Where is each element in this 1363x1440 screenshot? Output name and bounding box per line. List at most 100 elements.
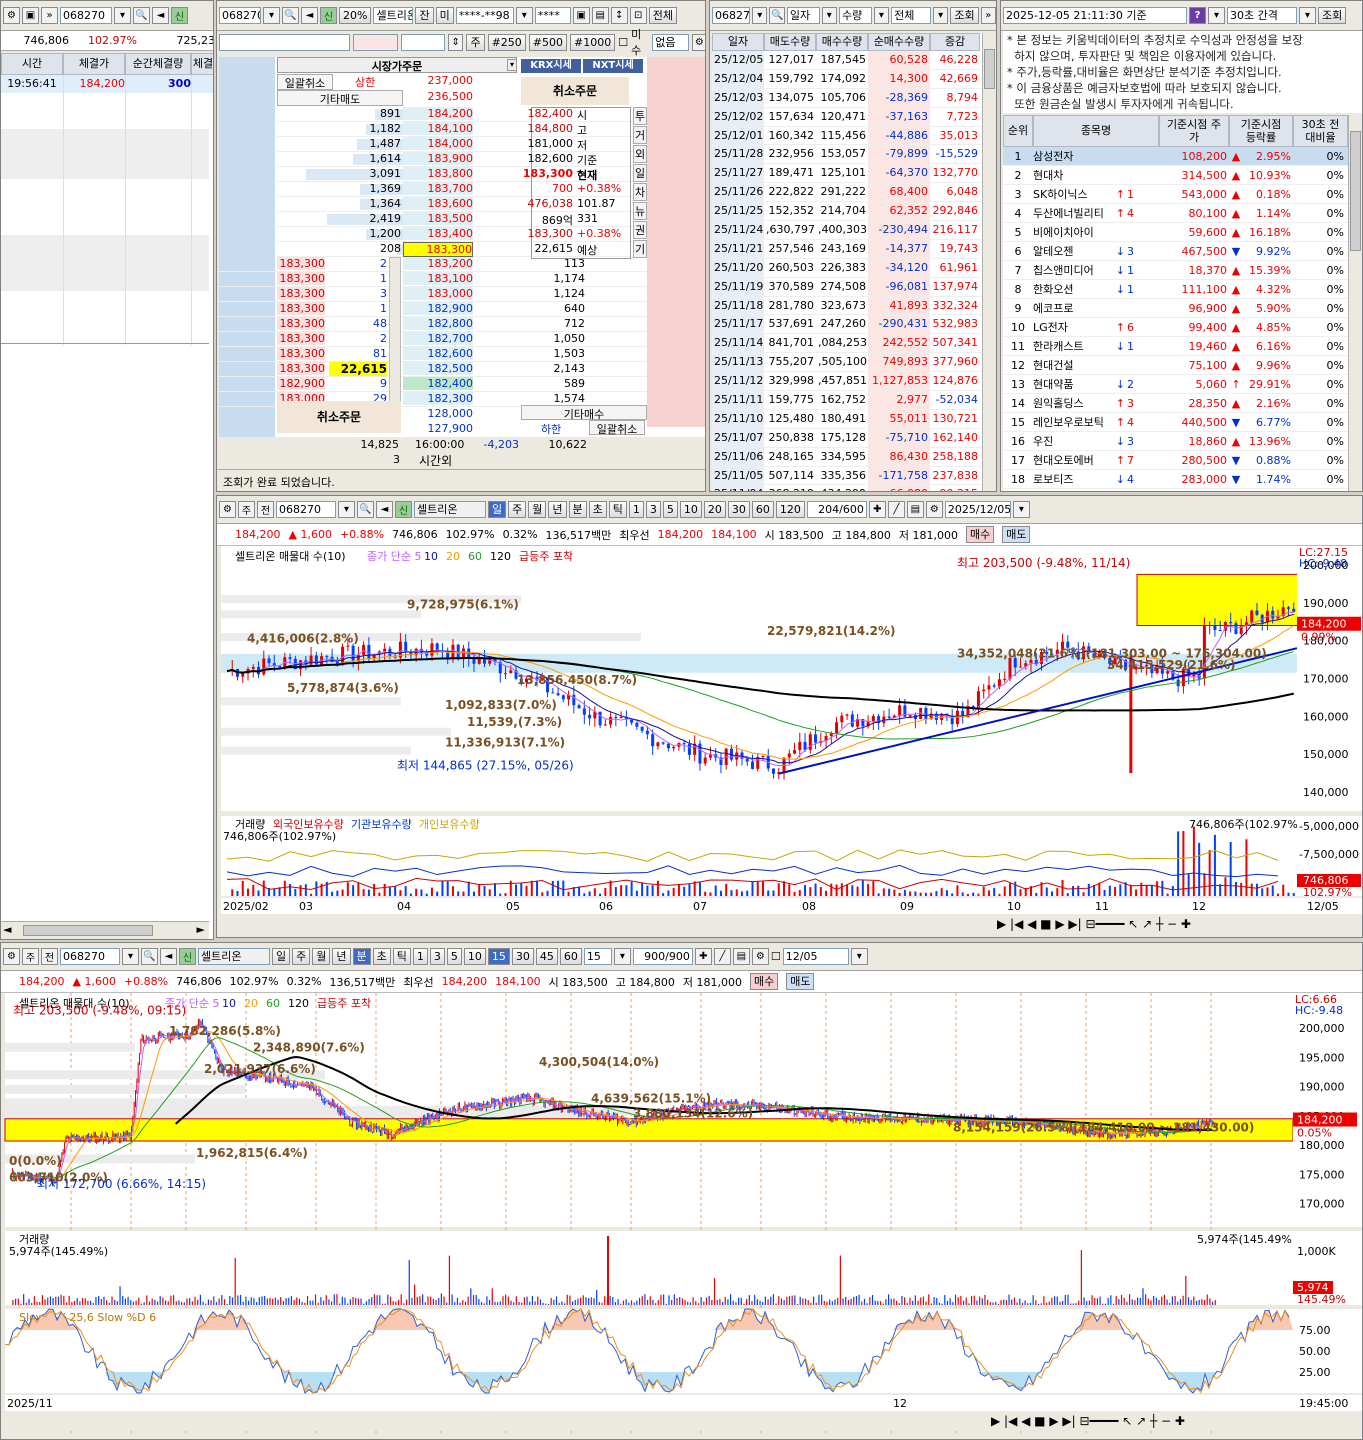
interval-button[interactable]: 3 — [429, 948, 445, 965]
date-checkbox[interactable]: ☐ — [771, 950, 781, 963]
period-button[interactable]: 월 — [528, 501, 547, 518]
gear-icon[interactable]: ⚙ — [751, 948, 769, 965]
stepper-icon[interactable]: ⇕ — [448, 33, 464, 51]
draw-icon[interactable]: ╱ — [713, 948, 731, 965]
rank-row[interactable]: 6 알테오젠 ↓ 3 467,500 ▼ 9.92% 0% — [1003, 242, 1348, 261]
interval-button[interactable]: 10 — [679, 501, 702, 518]
rank-row[interactable]: 14 원익홀딩스 ↑ 3 28,350 ▲ 2.16% 0% — [1003, 394, 1348, 413]
ratio-button[interactable]: 20% — [339, 7, 372, 24]
all-select[interactable]: 전 — [257, 501, 274, 518]
draw-icon[interactable]: ╱ — [887, 501, 905, 518]
period-button[interactable]: 년 — [548, 501, 567, 518]
chart-date-input[interactable]: 12/05 — [782, 948, 849, 965]
gear-icon[interactable]: ⚙ — [3, 948, 20, 965]
table-row[interactable]: 25/11/28 232,956 153,057 -79,899 -15,529 — [712, 145, 982, 165]
side-tab[interactable]: 차 — [633, 183, 647, 201]
interval-button[interactable]: 30 — [727, 501, 750, 518]
updown-icon[interactable]: ↕ — [610, 7, 628, 24]
ticks-hscroll[interactable]: ◄ ► — [1, 921, 209, 939]
sell-button[interactable]: 매도 — [786, 973, 815, 990]
bid-row[interactable]: 183,300 2 183,200 113 — [219, 257, 647, 272]
gear-icon[interactable]: ⚙ — [691, 33, 705, 51]
balance-tab[interactable]: 잔 — [415, 7, 434, 24]
table-row[interactable]: 25/11/04368,219434,29966,08090,215 — [712, 485, 982, 491]
cancel-order-bottom-button[interactable]: 취소주문 — [277, 401, 401, 433]
rank-row[interactable]: 17 현대오토에버 ↑ 7 280,500 ▼ 0.88% 0% — [1003, 451, 1348, 470]
table-row[interactable]: 25/12/04 159,792 174,092 14,300 42,669 — [712, 69, 982, 89]
crosshair-icon[interactable]: ✚ — [694, 948, 712, 965]
order-qty-input[interactable] — [353, 33, 399, 51]
bid-row[interactable]: 182,900 9 182,400 589 — [219, 377, 647, 392]
table-row[interactable]: 25/11/19 370,589 274,508 -96,081 137,974 — [712, 277, 982, 297]
expand-icon[interactable]: » — [41, 7, 58, 24]
period-button[interactable]: 분 — [352, 948, 371, 965]
chart-code-input[interactable]: 068270 — [60, 948, 120, 965]
daily-kind-select[interactable]: 수량 — [838, 7, 872, 24]
table-row[interactable]: 19:56:41 184,200 300 — [1, 75, 213, 93]
rank-row[interactable]: 5 비에이치아이 59,600 ▲ 16.18% 0% — [1003, 223, 1348, 242]
rank-row[interactable]: 16 우진 ↓ 3 18,860 ▲ 13.96% 0% — [1003, 432, 1348, 451]
chevron-down-icon[interactable]: ▾ — [122, 948, 139, 965]
gear-icon[interactable]: ⚙ — [3, 7, 20, 24]
side-tab[interactable]: 권 — [633, 221, 647, 239]
side-tab[interactable]: 일 — [633, 164, 647, 182]
preset-1000-button[interactable]: #1000 — [570, 33, 616, 51]
chevron-down-icon[interactable]: ▾ — [515, 7, 533, 24]
period-button[interactable]: 일 — [272, 948, 291, 965]
credit-icon[interactable]: 신 — [395, 501, 412, 518]
table-row[interactable]: 25/11/18 281,780 323,673 41,893 332,324 — [712, 296, 982, 316]
after-hours-label[interactable]: 시간외 — [419, 452, 452, 469]
rank-row[interactable]: 8 한화오션 ↓ 1 111,100 ▲ 4.32% 0% — [1003, 280, 1348, 299]
order-code-input[interactable]: 068270 — [219, 7, 261, 24]
credit-tab[interactable]: 신 — [320, 7, 337, 24]
rank-row[interactable]: 18 로보티즈 ↓ 4 283,000 ▼ 1.74% 0% — [1003, 470, 1348, 489]
bid-row[interactable]: 183,300 1 183,100 1,174 — [219, 272, 647, 287]
table-row[interactable]: 25/11/11 159,775 162,752 2,977 -52,034 — [712, 391, 982, 410]
search-icon[interactable]: 🔍 — [282, 7, 299, 24]
option-select[interactable]: 없음 — [652, 33, 689, 51]
period-button[interactable]: 주 — [292, 948, 311, 965]
other-sell-button[interactable]: 기타매도 — [277, 90, 403, 106]
chevron-down-icon[interactable]: ▾ — [821, 7, 837, 24]
chevron-down-icon[interactable]: ▾ — [752, 7, 768, 24]
save-icon[interactable]: ▤ — [732, 948, 750, 965]
rank-row[interactable]: 13 현대약품 ↓ 2 5,060 ↑ 29.91% 0% — [1003, 375, 1348, 394]
gear-icon[interactable]: ⚙ — [925, 501, 943, 518]
table-row[interactable]: 25/11/14 841,701,084,253 242,552 507,341 — [712, 334, 982, 354]
period-button[interactable]: 초 — [372, 948, 391, 965]
credit-icon[interactable]: 신 — [179, 948, 196, 965]
period-button[interactable]: 초 — [588, 501, 607, 518]
speaker-icon[interactable]: ◄ — [376, 501, 393, 518]
chevron-down-icon[interactable]: ▾ — [850, 948, 868, 965]
period-button[interactable]: 년 — [332, 948, 351, 965]
interval-button[interactable]: 3 — [645, 501, 661, 518]
interval-button[interactable]: 60 — [751, 501, 774, 518]
bid-row[interactable]: 183,300 81 182,600 1,503 — [219, 347, 647, 362]
chevron-down-icon[interactable]: ▾ — [1208, 7, 1225, 24]
table-row[interactable]: 25/12/02 157,634 120,471 -37,163 7,723 — [712, 107, 982, 127]
chevron-down-icon[interactable]: ▾ — [933, 7, 949, 24]
bid-row[interactable]: 183,300 1 182,900 640 — [219, 302, 647, 317]
window-icon[interactable]: ▣ — [572, 7, 590, 24]
crosshair-icon[interactable]: ✚ — [868, 501, 886, 518]
rank-row[interactable]: 15 레인보우로보틱 ↑ 4 440,500 ▼ 6.77% 0% — [1003, 413, 1348, 432]
side-tab[interactable]: 뉴 — [633, 202, 647, 220]
other-buy-button[interactable]: 기타매수 — [521, 405, 647, 421]
account-input[interactable]: ****-**98 — [455, 7, 514, 24]
rank-row[interactable]: 7 칩스앤미디어 ↓ 1 18,370 ▲ 15.39% 0% — [1003, 261, 1348, 280]
rank-row[interactable]: 10 LG전자 ↑ 6 99,400 ▲ 4.85% 0% — [1003, 318, 1348, 337]
daily-filter-select[interactable]: 전체 — [891, 7, 931, 24]
speaker-icon[interactable]: ◄ — [301, 7, 318, 24]
table-row[interactable]: 25/11/26 222,822 291,222 68,400 6,048 — [712, 183, 982, 203]
interval-button[interactable]: 45 — [535, 948, 558, 965]
daily-code-input[interactable]: 068270 — [712, 7, 751, 24]
scroll-controls[interactable]: ▶ |◀ ◀ ■ ▶ ▶| ⊟━━━━ ↖ ↗ ┼ − ✚ — [997, 916, 1191, 931]
interval-button[interactable]: 120 — [775, 501, 805, 518]
chart1-scrollbar[interactable] — [221, 916, 1363, 932]
unfilled-checkbox[interactable]: ☐ — [618, 36, 628, 49]
chevron-down-icon[interactable]: ▾ — [1299, 7, 1316, 24]
chevron-down-icon[interactable]: ▾ — [1012, 501, 1030, 518]
krx-tab[interactable]: KRX시세 — [521, 59, 581, 73]
chevron-down-icon[interactable]: ▾ — [613, 948, 631, 965]
side-tab[interactable]: 기 — [633, 240, 647, 258]
